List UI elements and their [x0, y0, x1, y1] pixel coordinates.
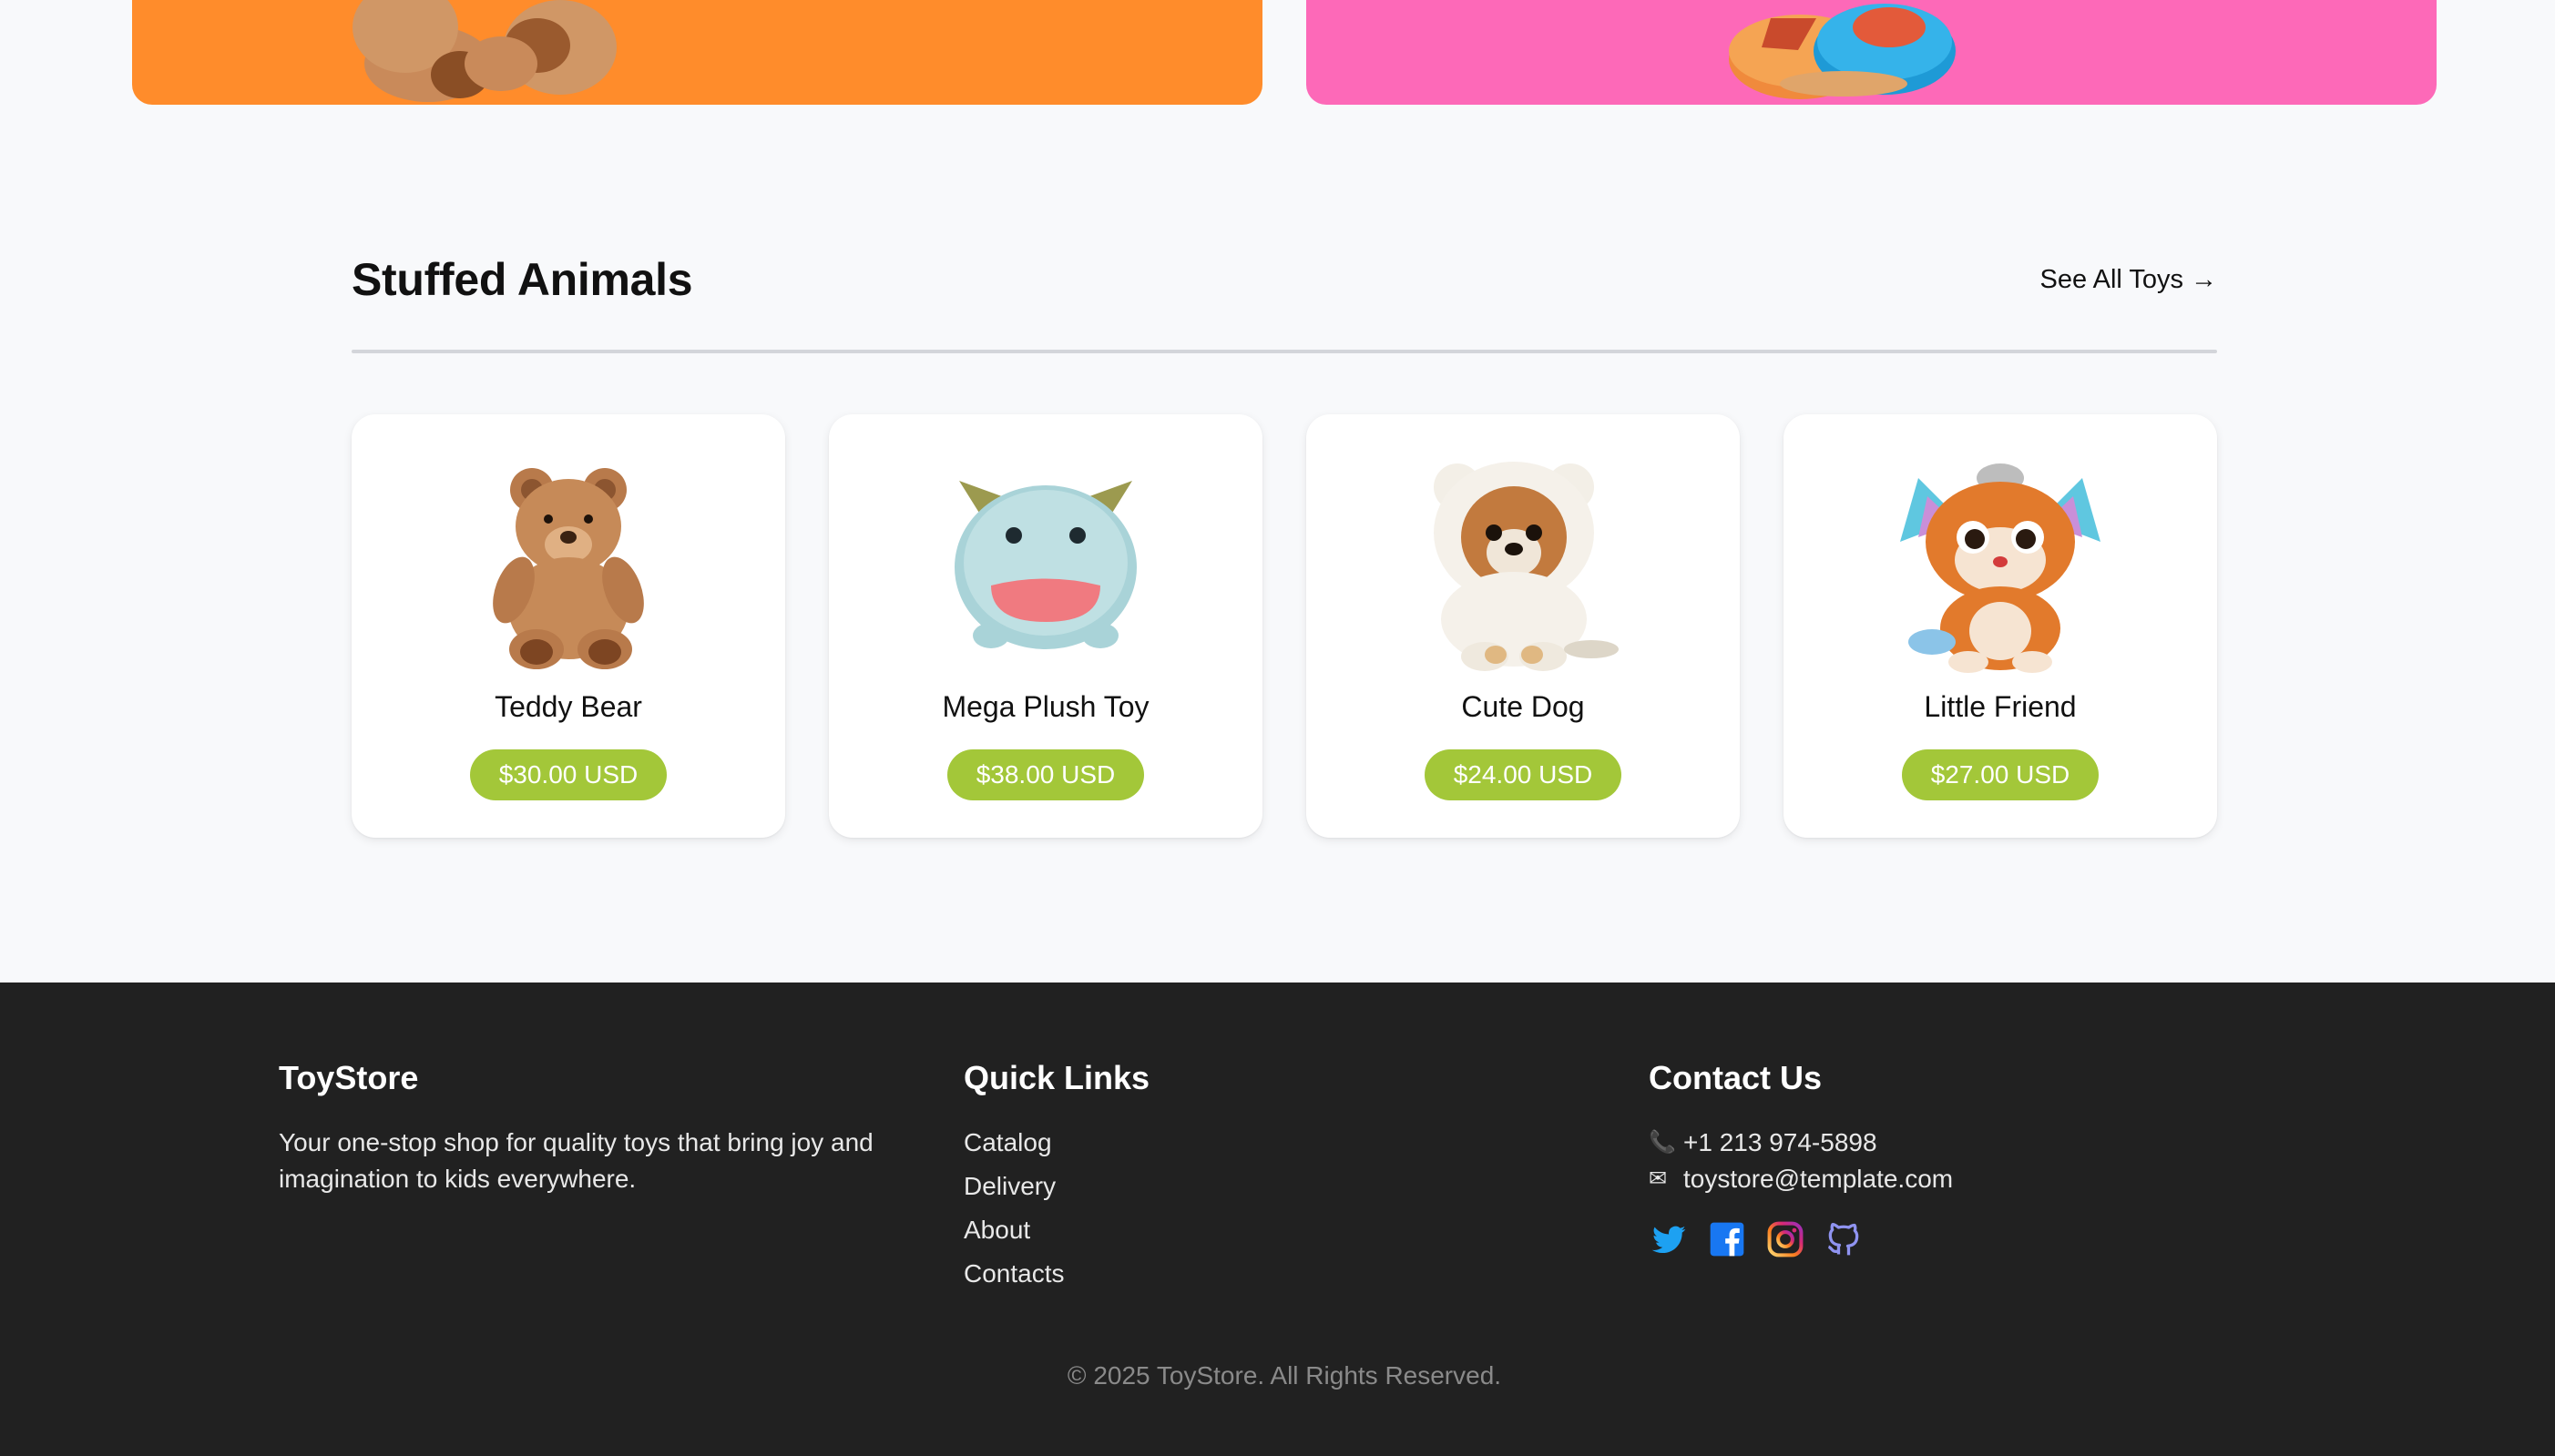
- instagram-icon[interactable]: [1765, 1219, 1805, 1259]
- price-badge: $27.00 USD: [1901, 749, 2100, 800]
- copyright-text: © 2025 ToyStore. All Rights Reserved.: [1067, 1361, 1502, 1390]
- product-name: Teddy Bear: [495, 690, 642, 723]
- product-card[interactable]: Little Friend $27.00 USD: [1783, 414, 2217, 838]
- puppy-plush-image: [1409, 451, 1637, 674]
- footer-link-contacts[interactable]: Contacts: [964, 1248, 1510, 1299]
- section-divider: [352, 350, 2217, 353]
- pink-banner[interactable]: [1306, 0, 2437, 105]
- fox-plush-image: [1886, 451, 2114, 674]
- see-all-label: See All Toys: [2039, 264, 2183, 294]
- site-footer: ToyStore Your one-stop shop for quality …: [0, 983, 2555, 1456]
- product-name: Little Friend: [1924, 690, 2077, 723]
- product-card[interactable]: Cute Dog $24.00 USD: [1306, 414, 1740, 838]
- quick-links-list: Catalog Delivery About Contacts: [964, 1117, 1510, 1299]
- product-grid: Teddy Bear $30.00 USD Mega Plush Toy $38: [352, 414, 2217, 838]
- section-header: Stuffed Animals See All Toys →: [352, 248, 2217, 311]
- facebook-icon[interactable]: [1707, 1219, 1747, 1259]
- quick-links-title: Quick Links: [964, 1059, 1150, 1096]
- teddy-bear-image: [455, 451, 682, 674]
- price-badge: $38.00 USD: [946, 749, 1145, 800]
- footer-brand-description: Your one-stop shop for quality toys that…: [279, 1128, 874, 1193]
- page: Stuffed Animals See All Toys → Teddy Bea…: [0, 0, 2555, 1456]
- section-title: Stuffed Animals: [352, 254, 693, 305]
- contact-title: Contact Us: [1649, 1059, 1823, 1096]
- contact-phone[interactable]: 📞 +1 213 974-5898: [1649, 1125, 2286, 1161]
- contact-email[interactable]: ✉ toystore@template.com: [1649, 1161, 2286, 1197]
- email-address: toystore@template.com: [1683, 1165, 1954, 1193]
- product-card[interactable]: Mega Plush Toy $38.00 USD: [829, 414, 1262, 838]
- orange-banner[interactable]: [132, 0, 1262, 105]
- footer-contact: Contact Us 📞 +1 213 974-5898 ✉ toystore@…: [1649, 1059, 2286, 1259]
- teddy-bear-image: [353, 0, 617, 102]
- product-name: Mega Plush Toy: [942, 690, 1150, 723]
- footer-brand: ToyStore Your one-stop shop for quality …: [279, 1059, 935, 1197]
- social-links: [1649, 1219, 2286, 1259]
- twitter-icon[interactable]: [1649, 1219, 1689, 1259]
- product-card[interactable]: Teddy Bear $30.00 USD: [352, 414, 785, 838]
- arrow-right-icon: →: [2191, 264, 2217, 294]
- footer-quick-links: Quick Links Catalog Delivery About Conta…: [964, 1059, 1510, 1299]
- github-icon[interactable]: [1824, 1219, 1864, 1259]
- price-badge: $30.00 USD: [469, 749, 668, 800]
- product-name: Cute Dog: [1461, 690, 1585, 723]
- plush-monster-image: [932, 451, 1160, 674]
- phone-icon: 📞: [1649, 1130, 1676, 1155]
- price-badge: $24.00 USD: [1424, 749, 1622, 800]
- footer-brand-title: ToyStore: [279, 1059, 419, 1096]
- envelope-icon: ✉: [1649, 1166, 1668, 1191]
- see-all-toys-link[interactable]: See All Toys →: [2040, 265, 2217, 295]
- shape-sorter-image: [1729, 4, 1956, 99]
- phone-number: +1 213 974-5898: [1683, 1128, 1877, 1156]
